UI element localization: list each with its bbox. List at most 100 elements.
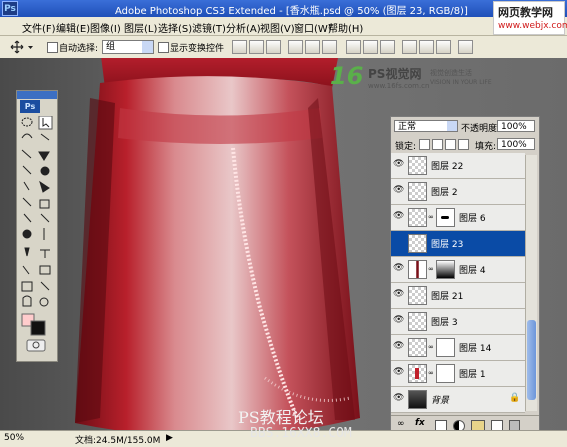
layer-mask-thumbnail[interactable] — [436, 208, 455, 227]
visibility-eye-icon[interactable]: 👁 — [393, 159, 404, 170]
visibility-eye-icon[interactable]: 👁 — [393, 289, 404, 300]
title-bar: Ps Adobe Photoshop CS3 Extended - [香水瓶.p… — [0, 0, 567, 17]
layer-name: 图层 6 — [459, 214, 486, 224]
layer-row[interactable]: 👁 图层 3 — [391, 309, 525, 335]
auto-select-dropdown[interactable]: 组 — [102, 40, 154, 54]
layer-row[interactable]: 👁 ∞ 图层 6 — [391, 205, 525, 231]
show-transform-controls-checkbox[interactable] — [158, 42, 169, 53]
visibility-eye-icon[interactable]: 👁 — [393, 211, 404, 222]
distribute-bottom-icon[interactable] — [380, 40, 395, 54]
visibility-eye-icon[interactable] — [393, 237, 403, 248]
distribute-right-icon[interactable] — [436, 40, 451, 54]
document-size[interactable]: 文档:24.5M/155.0M — [75, 433, 160, 446]
lock-label: 锁定: — [395, 142, 417, 152]
visibility-eye-icon[interactable]: 👁 — [393, 185, 404, 196]
zoom-level[interactable]: 50% — [4, 433, 24, 443]
mask-link-icon[interactable]: ∞ — [428, 343, 434, 351]
photoshop-app-icon: Ps — [2, 1, 18, 16]
menu-view[interactable]: 视图(V) — [260, 20, 295, 35]
lock-transparent-icon[interactable] — [419, 139, 430, 150]
auto-align-icon[interactable] — [458, 40, 473, 54]
visibility-eye-icon[interactable]: 👁 — [393, 341, 404, 352]
fill-label: 填充: — [475, 142, 497, 152]
lock-image-icon[interactable] — [432, 139, 443, 150]
menu-bar: 文件(F) 编辑(E) 图像(I) 图层(L) 选择(S) 滤镜(T) 分析(A… — [0, 17, 567, 36]
menu-select[interactable]: 选择(S) — [158, 20, 192, 35]
logo-name: PS视觉网 — [368, 67, 422, 81]
menu-filter[interactable]: 滤镜(T) — [192, 20, 226, 35]
layer-name: 图层 1 — [459, 370, 486, 380]
logo-slogan-cn: 视觉创造生活 — [430, 69, 472, 77]
align-top-icon[interactable] — [232, 40, 247, 54]
tool-icons-grid[interactable] — [19, 116, 55, 358]
distribute-hcenter-icon[interactable] — [419, 40, 434, 54]
align-right-icon[interactable] — [322, 40, 337, 54]
visibility-eye-icon[interactable]: 👁 — [393, 367, 404, 378]
visibility-eye-icon[interactable]: 👁 — [393, 315, 404, 326]
layer-thumbnail — [408, 312, 427, 331]
tools-logo: Ps — [20, 100, 40, 113]
layer-name: 背景 — [431, 396, 450, 406]
options-bar: 自动选择: 组 显示变换控件 — [0, 36, 567, 59]
layer-mask-thumbnail[interactable] — [436, 364, 455, 383]
align-left-icon[interactable] — [288, 40, 303, 54]
opacity-field[interactable]: 100% — [497, 120, 535, 132]
visibility-eye-icon[interactable]: 👁 — [393, 393, 404, 404]
ps-vision-logo: 16 PS视觉网 www.16fs.com.cn 视觉创造生活 VISION I… — [330, 62, 492, 100]
layer-name: 图层 4 — [459, 266, 486, 276]
layer-mask-thumbnail[interactable] — [436, 260, 455, 279]
align-vcenter-icon[interactable] — [249, 40, 264, 54]
layer-thumbnail — [408, 234, 427, 253]
link-layers-icon[interactable]: ∞ — [397, 419, 405, 429]
fill-field[interactable]: 100% — [497, 138, 535, 150]
layer-row[interactable]: 👁 ∞ 图层 1 — [391, 361, 525, 387]
lock-position-icon[interactable] — [445, 139, 456, 150]
layer-row[interactable]: 👁 背景 🔒 — [391, 387, 525, 413]
layer-row[interactable]: 👁 图层 2 — [391, 179, 525, 205]
distribute-vcenter-icon[interactable] — [363, 40, 378, 54]
forum-watermark-url: BBS.16XX8.COM — [250, 426, 352, 441]
window-title: Adobe Photoshop CS3 Extended - [香水瓶.psd … — [115, 6, 468, 17]
menu-file[interactable]: 文件(F) — [22, 20, 56, 35]
layer-mask-thumbnail[interactable] — [436, 338, 455, 357]
menu-layer[interactable]: 图层(L) — [124, 20, 157, 35]
menu-window[interactable]: 窗口(W) — [294, 20, 332, 35]
tools-panel-header[interactable] — [17, 91, 57, 99]
layer-list: 👁 图层 22 👁 图层 2 👁 ∞ 图层 6 图层 23 👁 ∞ 图层 4 👁… — [391, 153, 525, 415]
layers-scrollbar[interactable] — [525, 155, 537, 411]
align-bottom-icon[interactable] — [266, 40, 281, 54]
layer-row[interactable]: 👁 ∞ 图层 14 — [391, 335, 525, 361]
layer-style-icon[interactable]: fx — [415, 418, 425, 428]
layer-name: 图层 21 — [431, 292, 464, 302]
layer-thumbnail — [408, 208, 427, 227]
logo-url: www.16fs.com.cn — [368, 82, 430, 90]
opacity-value: 100% — [501, 122, 527, 132]
menu-edit[interactable]: 编辑(E) — [56, 20, 90, 35]
blend-mode-dropdown[interactable]: 正常 — [394, 120, 458, 132]
layers-scrollbar-thumb[interactable] — [527, 320, 536, 400]
logo-slogan-en: VISION IN YOUR LIFE — [430, 79, 492, 86]
distribute-top-icon[interactable] — [346, 40, 361, 54]
auto-select-checkbox[interactable] — [47, 42, 58, 53]
layer-row[interactable]: 👁 图层 21 — [391, 283, 525, 309]
mask-link-icon[interactable]: ∞ — [428, 369, 434, 377]
move-tool-preset-picker[interactable] — [10, 40, 38, 54]
layers-panel: 正常 不透明度: 100% 锁定: 填充: 100% 👁 图层 22 👁 图层 … — [390, 116, 540, 436]
layer-row-selected[interactable]: 图层 23 — [391, 231, 525, 257]
align-hcenter-icon[interactable] — [305, 40, 320, 54]
menu-image[interactable]: 图像(I) — [90, 20, 121, 35]
layer-row[interactable]: 👁 ∞ 图层 4 — [391, 257, 525, 283]
status-menu-arrow-icon[interactable]: ▶ — [166, 433, 173, 443]
distribute-left-icon[interactable] — [402, 40, 417, 54]
layer-thumbnail — [408, 156, 427, 175]
mask-link-icon[interactable]: ∞ — [428, 213, 434, 221]
menu-help[interactable]: 帮助(H) — [328, 20, 363, 35]
menu-analysis[interactable]: 分析(A) — [226, 20, 261, 35]
visibility-eye-icon[interactable]: 👁 — [393, 263, 404, 274]
layer-thumbnail — [408, 338, 427, 357]
layer-row[interactable]: 👁 图层 22 — [391, 153, 525, 179]
mask-link-icon[interactable]: ∞ — [428, 265, 434, 273]
lock-all-icon[interactable] — [458, 139, 469, 150]
forum-watermark-text: PS教程论坛 — [238, 408, 324, 427]
blend-mode-value: 正常 — [398, 122, 417, 132]
